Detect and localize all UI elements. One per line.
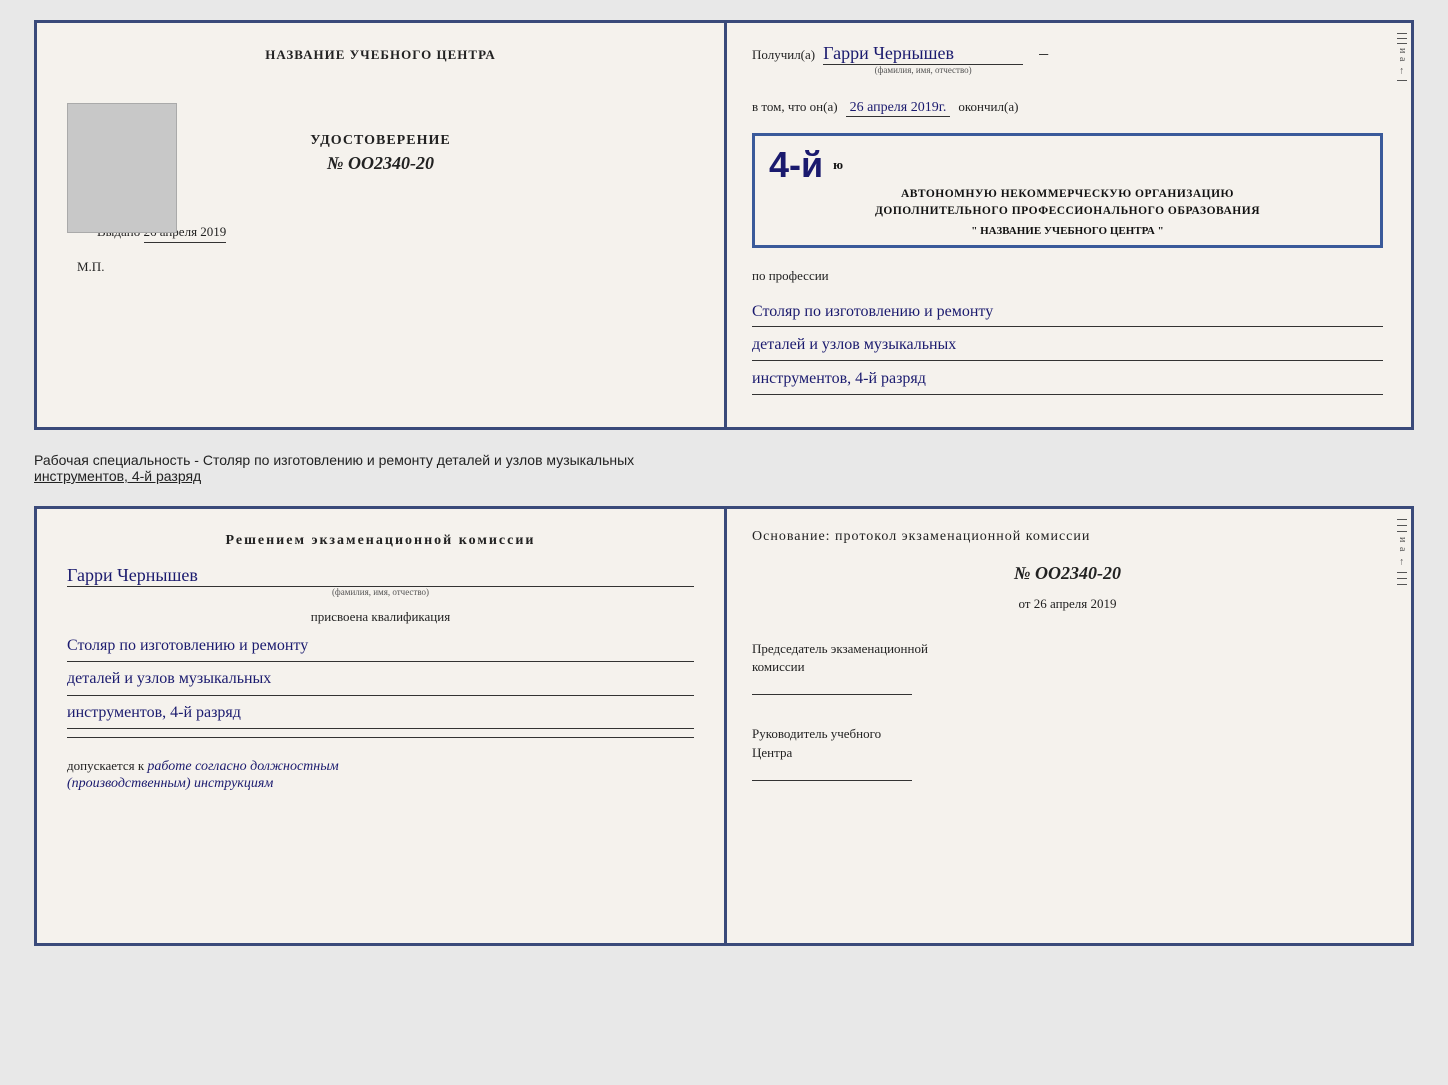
recipient-name: Гарри Чернышев bbox=[823, 43, 1023, 65]
dopuskaetsya-block: допускается к работе согласно должностны… bbox=[67, 758, 694, 792]
deco-b-5 bbox=[1397, 578, 1407, 579]
rukovoditel-block: Руководитель учебного Центра bbox=[752, 725, 1383, 780]
deco-a: а bbox=[1397, 57, 1407, 61]
stamp-quotes: " НАЗВАНИЕ УЧЕБНОГО ЦЕНТРА " bbox=[769, 225, 1366, 237]
qualification-block: Столяр по изготовлению и ремонту деталей… bbox=[67, 631, 694, 731]
bottom-right-panel: Основание: протокол экзаменационной коми… bbox=[724, 509, 1411, 943]
qual-line2: деталей и узлов музыкальных bbox=[67, 664, 694, 695]
top-right-panel: Получил(а) Гарри Чернышев (фамилия, имя,… bbox=[724, 23, 1411, 427]
deco-line-4 bbox=[1397, 80, 1407, 81]
caption-underline: инструментов, 4-й разряд bbox=[34, 468, 201, 484]
rukovoditel-label2: Центра bbox=[752, 744, 1383, 762]
po-professii-label: по профессии bbox=[752, 268, 1383, 284]
number-bottom: № OO2340-20 bbox=[752, 563, 1383, 584]
deco-b-a: а bbox=[1397, 547, 1407, 551]
deco-b-i: и bbox=[1397, 537, 1407, 542]
fio-subtitle-bottom: (фамилия, имя, отчество) bbox=[67, 587, 694, 597]
vtom-label: в том, что он(а) bbox=[752, 99, 838, 115]
stamp-line1: АВТОНОМНУЮ НЕКОММЕРЧЕСКУЮ ОРГАНИЗАЦИЮ bbox=[769, 186, 1366, 203]
top-left-panel: НАЗВАНИЕ УЧЕБНОГО ЦЕНТРА УДОСТОВЕРЕНИЕ №… bbox=[37, 23, 724, 427]
deco-i: и bbox=[1397, 48, 1407, 53]
ot-label: от bbox=[1018, 596, 1030, 611]
bottom-document: Решением экзаменационной комиссии Гарри … bbox=[34, 506, 1414, 946]
deco-line-2 bbox=[1397, 38, 1407, 39]
vertical-divider-bottom bbox=[724, 509, 727, 943]
mp-label: М.П. bbox=[77, 259, 104, 275]
profession-block: Столяр по изготовлению и ремонту деталей… bbox=[752, 294, 1383, 395]
udostoverenie-title: УДОСТОВЕРЕНИЕ bbox=[310, 133, 450, 149]
org-name-top: НАЗВАНИЕ УЧЕБНОГО ЦЕНТРА bbox=[265, 47, 496, 63]
deco-b-arrow: ← bbox=[1397, 557, 1407, 567]
rank-suffix: ю bbox=[833, 157, 843, 173]
prof-line1: Столяр по изготовлению и ремонту bbox=[752, 298, 1383, 328]
prof-line2: деталей и узлов музыкальных bbox=[752, 331, 1383, 361]
deco-line-3 bbox=[1397, 43, 1407, 44]
stamp-header-row: 4-й ю bbox=[769, 144, 1366, 186]
right-decoration-top: и а ← bbox=[1393, 23, 1411, 427]
top-document: НАЗВАНИЕ УЧЕБНОГО ЦЕНТРА УДОСТОВЕРЕНИЕ №… bbox=[34, 20, 1414, 430]
predsedatel-signature-line bbox=[752, 694, 912, 695]
udostoverenie-number: № OO2340-20 bbox=[310, 153, 450, 174]
fourth-rank-big: 4-й bbox=[769, 144, 823, 186]
ot-date-line: от 26 апреля 2019 bbox=[752, 596, 1383, 612]
vtom-row: в том, что он(а) 26 апреля 2019г. окончи… bbox=[752, 93, 1383, 117]
ot-date: 26 апреля 2019 bbox=[1034, 596, 1117, 611]
dopusk-text2: (производственным) инструкциям bbox=[67, 776, 273, 791]
stamp-line2: ДОПОЛНИТЕЛЬНОГО ПРОФЕССИОНАЛЬНОГО ОБРАЗО… bbox=[769, 203, 1366, 220]
qual-line1: Столяр по изготовлению и ремонту bbox=[67, 631, 694, 662]
deco-b-3 bbox=[1397, 531, 1407, 532]
rukovoditel-signature-line bbox=[752, 780, 912, 781]
caption-text: Рабочая специальность - Столяр по изгото… bbox=[34, 452, 634, 468]
osnovanie-title: Основание: протокол экзаменационной коми… bbox=[752, 529, 1383, 545]
dopuskaetsya-label: допускается к bbox=[67, 758, 144, 773]
stamp-box: 4-й ю АВТОНОМНУЮ НЕКОММЕРЧЕСКУЮ ОРГАНИЗА… bbox=[752, 133, 1383, 248]
right-decoration-bottom: и а ← bbox=[1393, 509, 1411, 943]
deco-b-6 bbox=[1397, 584, 1407, 585]
deco-b-1 bbox=[1397, 519, 1407, 520]
qual-line3: инструментов, 4-й разряд bbox=[67, 698, 694, 729]
dopusk-text1: работе согласно должностным bbox=[147, 759, 338, 774]
rukovoditel-label1: Руководитель учебного bbox=[752, 725, 1383, 743]
deco-arrow: ← bbox=[1397, 66, 1407, 76]
fio-block-bottom: Гарри Чернышев (фамилия, имя, отчество) bbox=[67, 565, 694, 607]
resheniem-title: Решением экзаменационной комиссии bbox=[67, 533, 694, 549]
bottom-left-panel: Решением экзаменационной комиссии Гарри … bbox=[37, 509, 724, 943]
predsedatel-label2: комиссии bbox=[752, 658, 1383, 676]
fio-subtitle-top: (фамилия, имя, отчество) bbox=[875, 65, 972, 75]
photo-placeholder bbox=[67, 103, 177, 233]
udostoverenie-block: УДОСТОВЕРЕНИЕ № OO2340-20 bbox=[310, 133, 450, 174]
poluchil-label: Получил(а) bbox=[752, 47, 815, 63]
deco-b-2 bbox=[1397, 525, 1407, 526]
poluchil-row: Получил(а) Гарри Чернышев (фамилия, имя,… bbox=[752, 43, 1383, 75]
deco-b-4 bbox=[1397, 572, 1407, 573]
predsedatel-block: Председатель экзаменационной комиссии bbox=[752, 640, 1383, 695]
deco-line-1 bbox=[1397, 33, 1407, 34]
fio-name-bottom: Гарри Чернышев bbox=[67, 565, 694, 587]
prof-line3: инструментов, 4-й разряд bbox=[752, 365, 1383, 395]
doc-caption: Рабочая специальность - Столяр по изгото… bbox=[34, 448, 1414, 488]
predsedatel-label1: Председатель экзаменационной bbox=[752, 640, 1383, 658]
okoncil-label: окончил(а) bbox=[958, 99, 1018, 115]
vtom-date: 26 апреля 2019г. bbox=[846, 100, 951, 117]
prisvoyena-label: присвоена квалификация bbox=[67, 609, 694, 625]
